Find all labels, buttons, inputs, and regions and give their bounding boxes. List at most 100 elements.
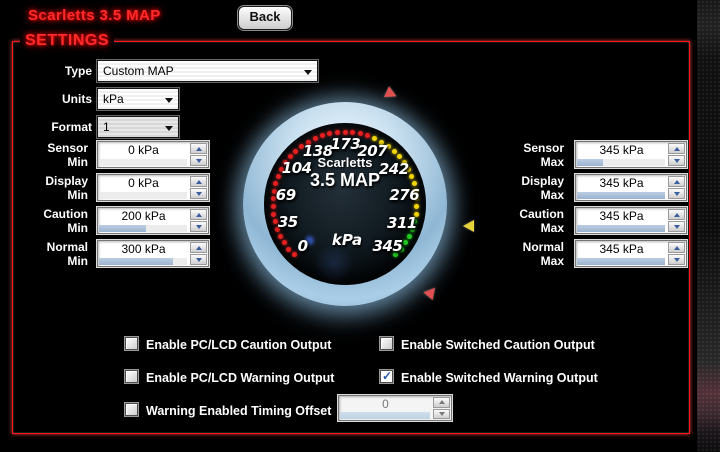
normal-min-field: 300 kPa bbox=[97, 240, 209, 267]
type-dropdown[interactable]: Custom MAP bbox=[97, 60, 318, 82]
caution-max-value[interactable]: 345 kPa bbox=[576, 209, 667, 223]
arrow-up-icon bbox=[439, 400, 445, 404]
arrow-up-icon bbox=[196, 213, 202, 217]
back-button[interactable]: Back bbox=[238, 6, 292, 30]
spinner bbox=[190, 209, 207, 232]
gauge-settings-window: Scarletts 3.5 MAP Back SETTINGS Type Cus… bbox=[0, 0, 720, 452]
gauge-title-line2: 3.5 MAP bbox=[310, 170, 380, 191]
caution-max-slider[interactable] bbox=[577, 225, 665, 232]
lens-flare bbox=[314, 243, 354, 283]
switched-caution-checkbox[interactable]: ✓ bbox=[380, 337, 393, 350]
spin-up-button[interactable] bbox=[190, 143, 207, 154]
spin-down-button[interactable] bbox=[190, 188, 207, 199]
arrow-down-icon bbox=[196, 159, 202, 163]
caution-min-value[interactable]: 200 kPa bbox=[98, 209, 189, 223]
slider-fill bbox=[577, 159, 603, 166]
normal-max-value[interactable]: 345 kPa bbox=[576, 242, 667, 256]
arrow-up-icon bbox=[674, 246, 680, 250]
arrow-down-icon bbox=[196, 225, 202, 229]
display-max-slider[interactable] bbox=[577, 192, 665, 199]
gauge-scale-dot bbox=[278, 234, 283, 239]
gauge-scale-dot bbox=[271, 212, 276, 217]
gauge-scale-dot bbox=[392, 149, 397, 154]
arrow-down-icon bbox=[439, 412, 445, 416]
gauge-title-line1: Scarletts bbox=[318, 155, 373, 170]
gauge-scale-dot bbox=[276, 174, 281, 179]
normal-max-slider[interactable] bbox=[577, 258, 665, 265]
spin-down-button[interactable] bbox=[190, 155, 207, 166]
timing-offset-value[interactable]: 0 bbox=[339, 397, 432, 411]
gauge-tick-label: 276 bbox=[389, 186, 419, 204]
spin-up-button[interactable] bbox=[668, 143, 685, 154]
spin-up-button[interactable] bbox=[190, 176, 207, 187]
pc-lcd-caution-checkbox[interactable]: ✓ bbox=[125, 337, 138, 350]
sensor-min-slider[interactable] bbox=[99, 159, 187, 166]
slider-fill bbox=[99, 225, 146, 232]
sensor-max-value[interactable]: 345 kPa bbox=[576, 143, 667, 157]
units-dropdown[interactable]: kPa bbox=[97, 88, 179, 110]
units-label: Units bbox=[22, 92, 92, 106]
arrow-down-icon bbox=[674, 258, 680, 262]
pc-lcd-warning-checkbox[interactable]: ✓ bbox=[125, 370, 138, 383]
caution-min-label: Caution Min bbox=[34, 207, 88, 235]
normal-min-value[interactable]: 300 kPa bbox=[98, 242, 189, 256]
normal-min-slider[interactable] bbox=[99, 258, 187, 265]
gauge-tick-label: 345 bbox=[373, 237, 403, 255]
spin-up-button[interactable] bbox=[433, 397, 450, 408]
gauge-scale-dot bbox=[271, 204, 276, 209]
sensor-max-field: 345 kPa bbox=[575, 141, 687, 168]
type-dropdown-value: Custom MAP bbox=[103, 64, 174, 78]
display-min-slider[interactable] bbox=[99, 192, 187, 199]
check-mark-icon: ✓ bbox=[382, 371, 392, 382]
spin-down-button[interactable] bbox=[668, 254, 685, 265]
slider-fill bbox=[577, 225, 665, 232]
spin-up-button[interactable] bbox=[190, 242, 207, 253]
spin-down-button[interactable] bbox=[668, 155, 685, 166]
spin-up-button[interactable] bbox=[190, 209, 207, 220]
units-dropdown-value: kPa bbox=[103, 92, 124, 106]
slider-fill bbox=[99, 258, 173, 265]
sensor-min-field: 0 kPa bbox=[97, 141, 209, 168]
switched-caution-label: Enable Switched Caution Output bbox=[401, 338, 595, 352]
sensor-max-slider[interactable] bbox=[577, 159, 665, 166]
caution-min-slider[interactable] bbox=[99, 225, 187, 232]
spin-down-button[interactable] bbox=[190, 221, 207, 232]
spin-down-button[interactable] bbox=[668, 188, 685, 199]
spin-up-button[interactable] bbox=[668, 242, 685, 253]
gauge-tick-label: 35 bbox=[278, 213, 298, 231]
window-title: Scarletts 3.5 MAP bbox=[28, 7, 161, 24]
format-dropdown[interactable]: 1 bbox=[97, 116, 179, 138]
spin-down-button[interactable] bbox=[433, 409, 450, 420]
gauge-scale-dot bbox=[320, 133, 325, 138]
arrow-down-icon bbox=[196, 258, 202, 262]
spinner bbox=[668, 143, 685, 166]
chevron-down-icon bbox=[165, 98, 173, 103]
spinner bbox=[668, 242, 685, 265]
sensor-min-value[interactable]: 0 kPa bbox=[98, 143, 189, 157]
timing-offset-checkbox[interactable]: ✓ bbox=[125, 403, 138, 416]
timing-offset-slider[interactable] bbox=[340, 412, 430, 419]
spin-down-button[interactable] bbox=[190, 254, 207, 265]
spin-up-button[interactable] bbox=[668, 176, 685, 187]
format-label: Format bbox=[22, 120, 92, 134]
display-min-value[interactable]: 0 kPa bbox=[98, 176, 189, 190]
settings-legend: SETTINGS bbox=[20, 32, 114, 50]
chevron-down-icon bbox=[304, 70, 312, 75]
normal-max-label: Normal Max bbox=[510, 240, 564, 268]
timing-offset-label: Warning Enabled Timing Offset bbox=[146, 404, 331, 418]
spin-down-button[interactable] bbox=[668, 221, 685, 232]
caution-max-label: Caution Max bbox=[510, 207, 564, 235]
sensor-min-label: Sensor Min bbox=[34, 141, 88, 169]
spinner bbox=[433, 397, 450, 419]
caution-min-field: 200 kPa bbox=[97, 207, 209, 234]
display-max-value[interactable]: 345 kPa bbox=[576, 176, 667, 190]
arrow-up-icon bbox=[674, 180, 680, 184]
spinner bbox=[668, 176, 685, 199]
arrow-up-icon bbox=[196, 180, 202, 184]
spin-up-button[interactable] bbox=[668, 209, 685, 220]
gauge-tick-label: 0 bbox=[298, 237, 308, 255]
gauge-unit-label: kPa bbox=[332, 231, 362, 249]
spinner bbox=[668, 209, 685, 232]
switched-warning-checkbox[interactable]: ✓ bbox=[380, 370, 393, 383]
gauge-bezel: 03569104138173207242276311345 Scarletts … bbox=[243, 102, 447, 306]
